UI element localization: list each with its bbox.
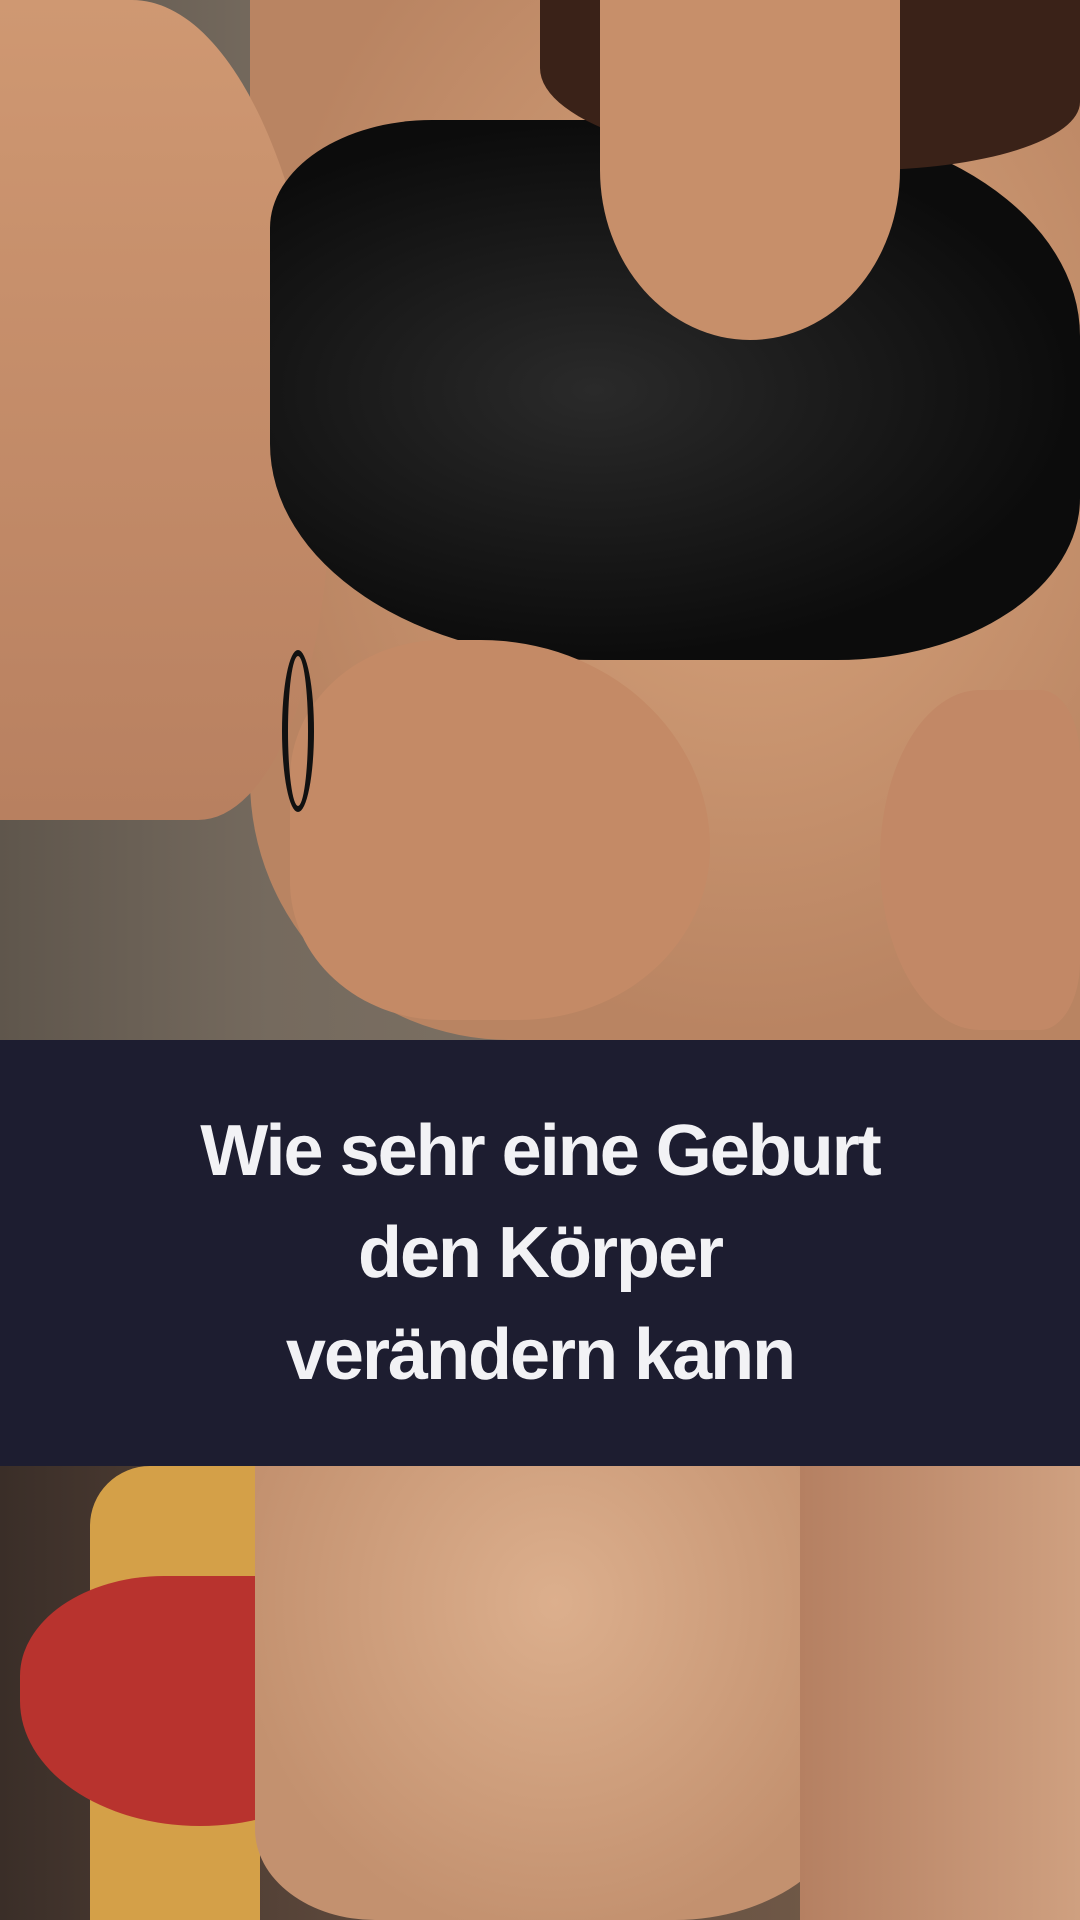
headline-line-3: verändern kann (285, 1315, 796, 1395)
neck-skin (600, 0, 900, 340)
hair-tie (282, 650, 314, 812)
headline-banner: Wie sehr eine Geburt den Körper veränder… (0, 1040, 1080, 1466)
thigh-left (255, 1466, 855, 1920)
headline-line-1: Wie sehr eine Geburt (200, 1111, 882, 1191)
headline-line-2: den Körper (357, 1213, 724, 1293)
photo-upper (0, 0, 1080, 1040)
thigh-right (800, 1466, 1080, 1920)
hand-right (880, 690, 1080, 1030)
photo-lower (0, 1466, 1080, 1920)
